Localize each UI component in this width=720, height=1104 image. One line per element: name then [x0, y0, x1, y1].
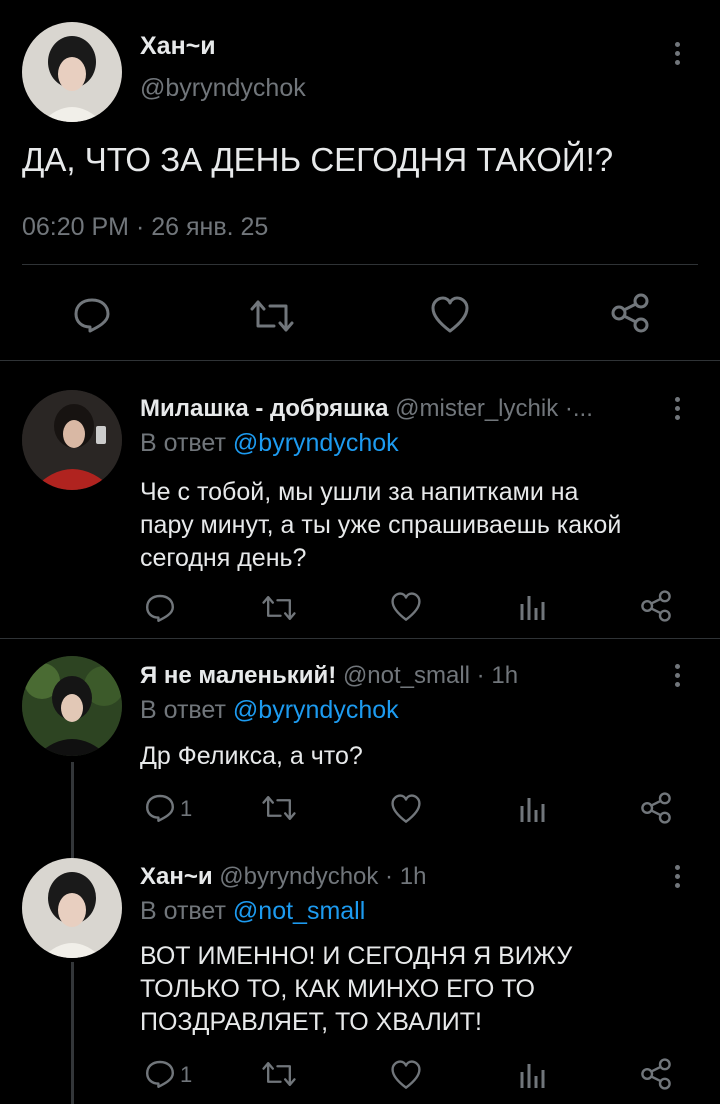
meta-suffix: · 1h	[378, 863, 427, 890]
thread-line	[71, 762, 74, 858]
reply-header: Милашка - добряшка @mister_lychik ·...	[140, 395, 593, 423]
more-icon[interactable]	[674, 397, 682, 424]
comment-icon[interactable]	[144, 1058, 176, 1090]
tweet-text: ДА, ЧТО ЗА ДЕНЬ СЕГОДНЯ ТАКОЙ!?	[22, 141, 614, 178]
tweet-time: 06:20 PM	[22, 213, 130, 241]
avatar[interactable]	[22, 22, 122, 122]
meta-suffix: · 1h	[470, 662, 519, 689]
reply-count: 1	[180, 796, 193, 821]
reply-prefix: В ответ	[140, 429, 226, 457]
more-icon[interactable]	[674, 865, 682, 892]
heart-icon[interactable]	[390, 1060, 422, 1090]
text-line: Че с тобой, мы ушли за напитками на	[140, 478, 579, 506]
text-line: ТОЛЬКО ТО, КАК МИНХО ЕГО ТО	[140, 975, 535, 1003]
tweet-date: 26 янв. 25	[151, 213, 269, 241]
share-icon[interactable]	[640, 792, 672, 824]
reply-to-link[interactable]: @byryndychok	[233, 696, 399, 724]
divider	[22, 264, 698, 265]
tweet-timestamp: 06:20 PM · 26 янв. 25	[22, 213, 268, 242]
avatar[interactable]	[22, 858, 122, 958]
reply-context: В ответ @not_small	[140, 897, 365, 926]
author-name[interactable]: Хан~и	[140, 32, 216, 61]
reply-to-link[interactable]: @byryndychok	[233, 429, 399, 457]
reply-prefix: В ответ	[140, 897, 226, 925]
author-name[interactable]: Хан~и	[140, 863, 213, 890]
reply-context: В ответ @byryndychok	[140, 429, 399, 458]
analytics-icon[interactable]	[518, 794, 546, 824]
author-name[interactable]: Я не маленький!	[140, 662, 336, 689]
author-handle[interactable]: @byryndychok	[140, 74, 306, 103]
meta-suffix: ·...	[558, 395, 593, 422]
comment-icon[interactable]	[144, 592, 176, 624]
text-line: Др Феликса, а что?	[140, 742, 363, 770]
analytics-icon[interactable]	[518, 1060, 546, 1090]
tweet-text: Че с тобой, мы ушли за напитками на пару…	[140, 476, 621, 575]
avatar[interactable]	[22, 390, 122, 490]
tweet-text: Др Феликса, а что?	[140, 740, 363, 773]
text-line: пару минут, а ты уже спрашиваешь какой	[140, 511, 622, 539]
analytics-icon[interactable]	[518, 592, 546, 622]
heart-icon[interactable]	[430, 296, 470, 334]
share-icon[interactable]	[610, 293, 650, 333]
reply-header: Хан~и @byryndychok · 1h	[140, 863, 426, 891]
more-icon[interactable]	[674, 664, 682, 691]
retweet-icon[interactable]	[262, 792, 296, 824]
divider	[0, 360, 720, 361]
more-icon[interactable]	[674, 42, 682, 69]
reply-prefix: В ответ	[140, 696, 226, 724]
author-handle[interactable]: @byryndychok	[219, 863, 378, 890]
tweet-text: ВОТ ИМЕННО! И СЕГОДНЯ Я ВИЖУ ТОЛЬКО ТО, …	[140, 940, 572, 1039]
author-name[interactable]: Милашка - добряшка	[140, 395, 388, 422]
retweet-icon[interactable]	[250, 296, 294, 336]
comment-icon[interactable]	[144, 792, 176, 824]
heart-icon[interactable]	[390, 592, 422, 622]
retweet-icon[interactable]	[262, 1058, 296, 1090]
share-icon[interactable]	[640, 1058, 672, 1090]
text-line: сегодня день?	[140, 544, 307, 572]
author-handle[interactable]: @not_small	[343, 662, 470, 689]
thread-line	[71, 962, 74, 1104]
text-line: ВОТ ИМЕННО! И СЕГОДНЯ Я ВИЖУ	[140, 942, 573, 970]
retweet-icon[interactable]	[262, 592, 296, 624]
avatar[interactable]	[22, 656, 122, 756]
reply-context: В ответ @byryndychok	[140, 696, 399, 725]
share-icon[interactable]	[640, 590, 672, 622]
text-line: ПОЗДРАВЛЯЕТ, ТО ХВАЛИТ!	[140, 1008, 482, 1036]
author-handle[interactable]: @mister_lychik	[395, 395, 558, 422]
reply-header: Я не маленький! @not_small · 1h	[140, 662, 518, 690]
divider	[0, 638, 720, 639]
heart-icon[interactable]	[390, 794, 422, 824]
separator-dot: ·	[129, 213, 152, 241]
reply-to-link[interactable]: @not_small	[233, 897, 365, 925]
reply-count: 1	[180, 1062, 193, 1087]
comment-icon[interactable]	[72, 295, 112, 335]
